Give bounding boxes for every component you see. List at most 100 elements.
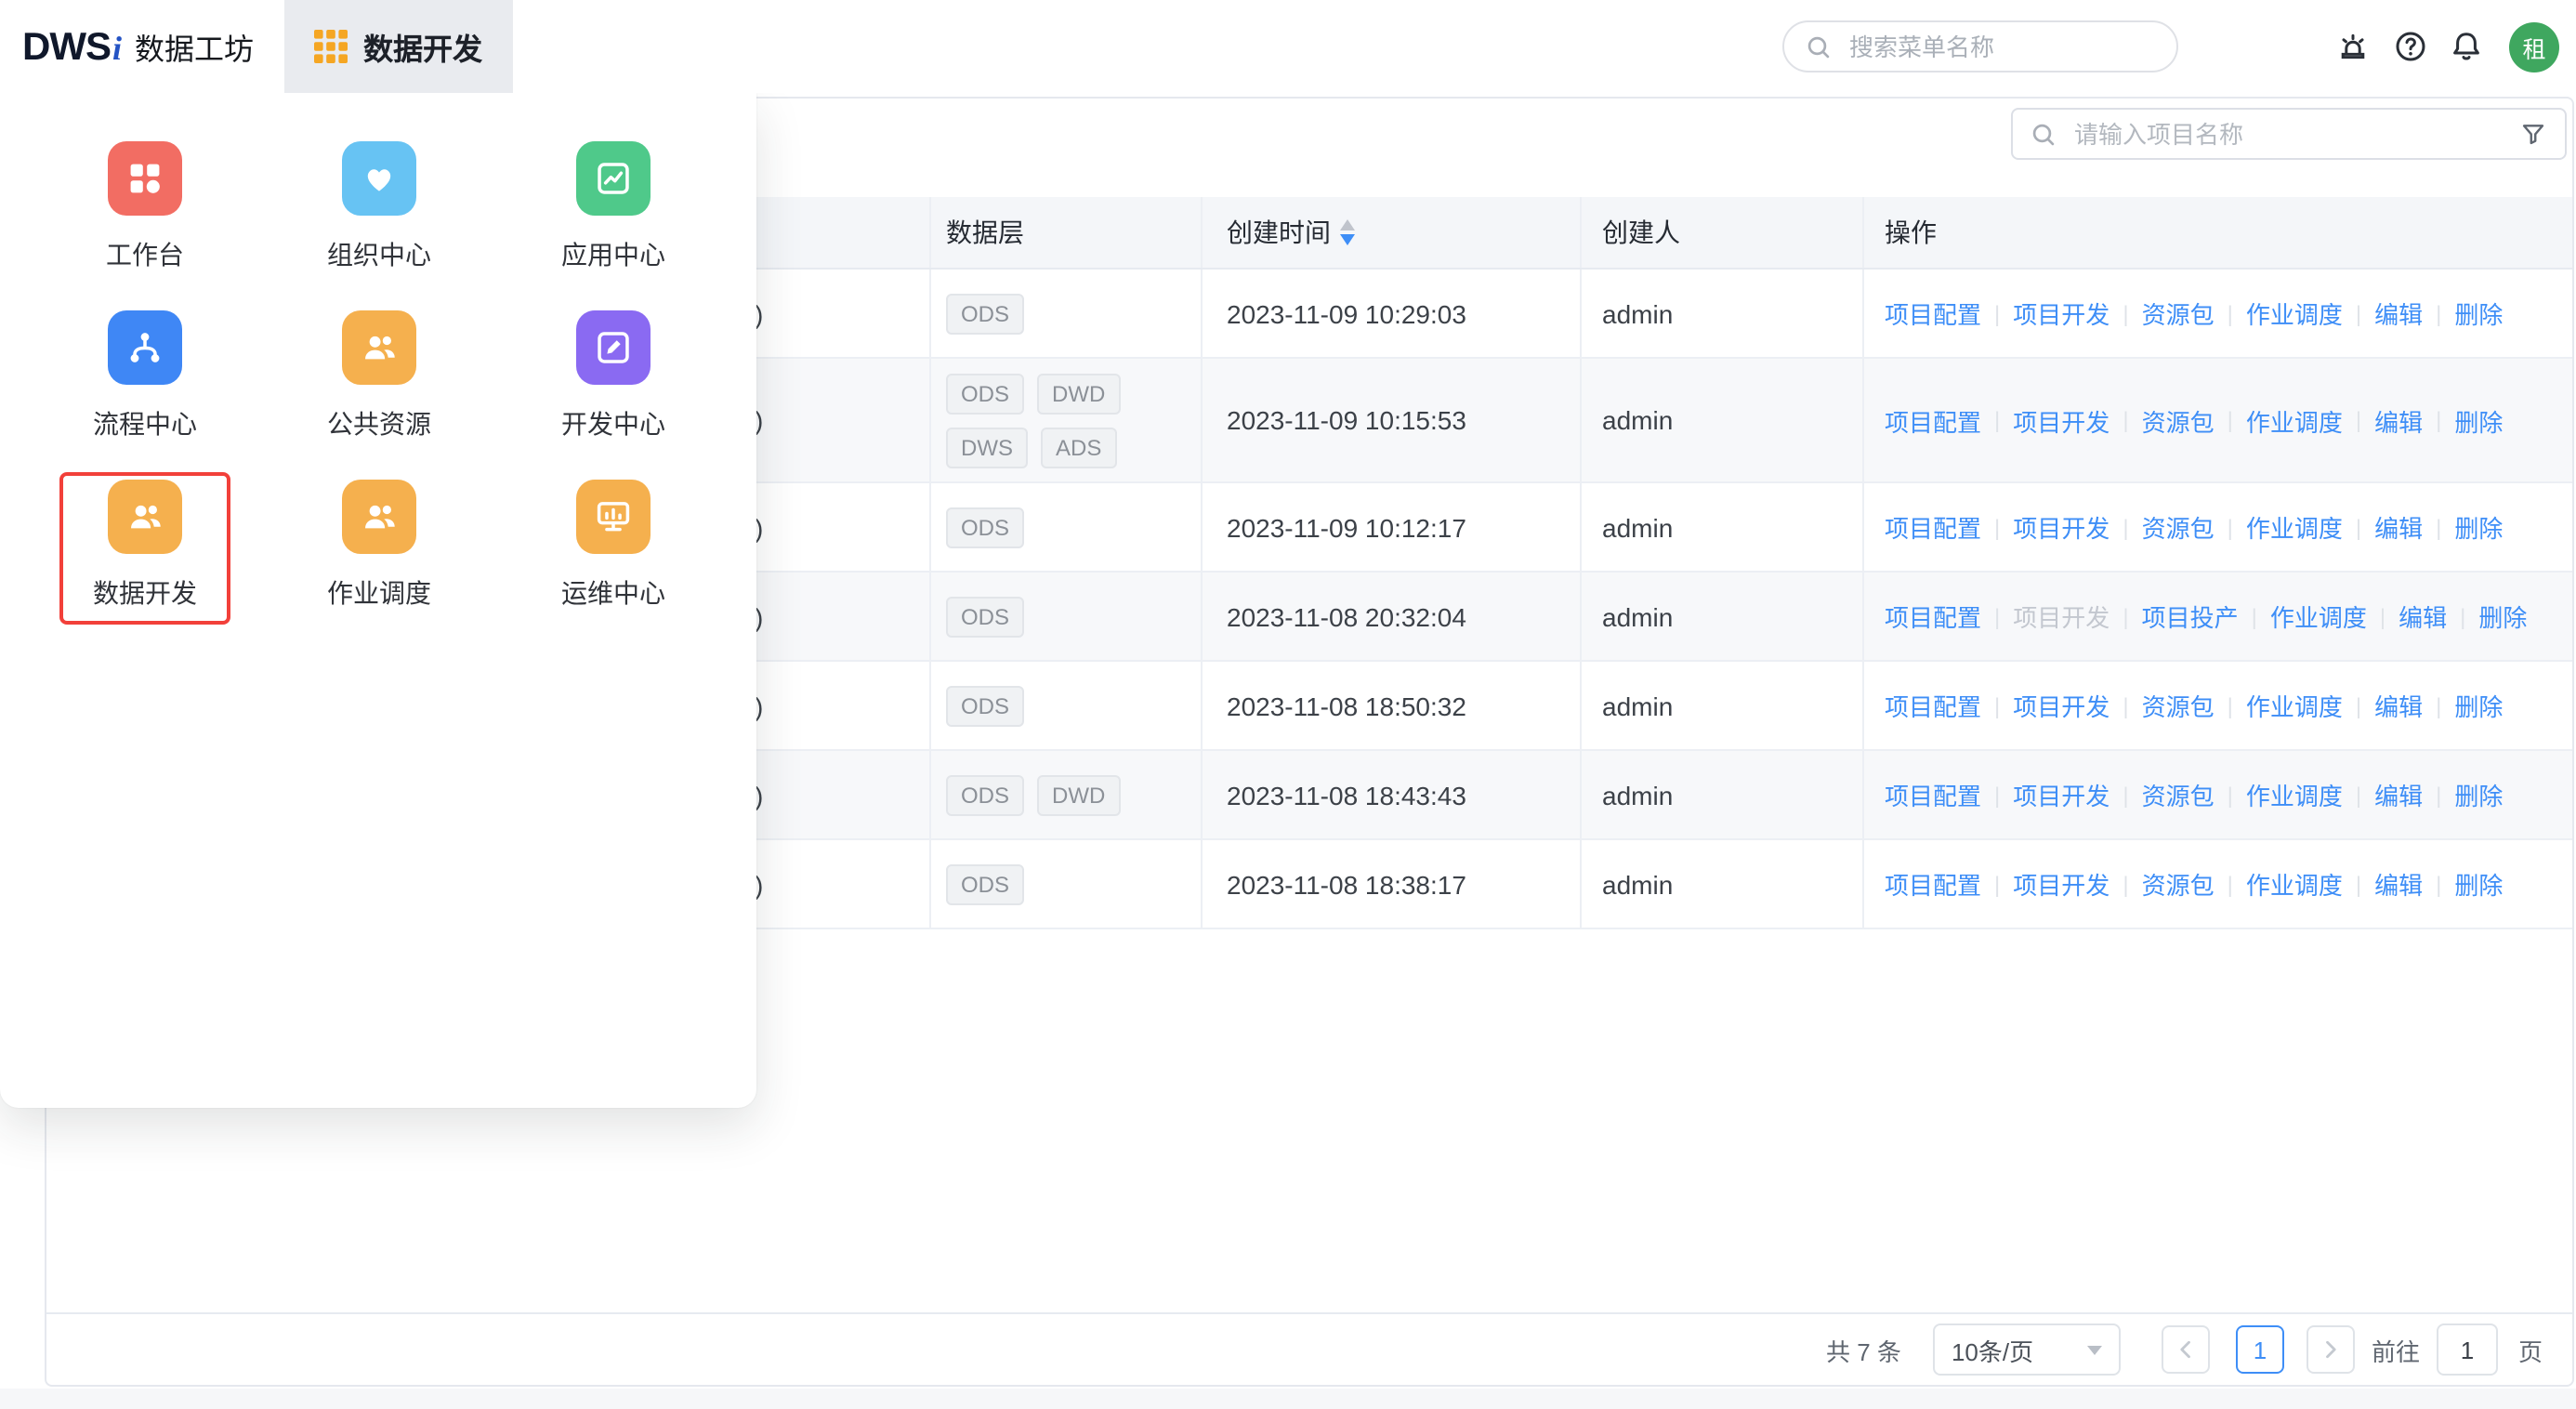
sort-carets-icon[interactable] <box>1340 219 1355 245</box>
goto-page-input[interactable]: 1 <box>2437 1323 2498 1376</box>
create-time-cell: 2023-11-09 10:29:03 <box>1203 270 1582 357</box>
col-header-data-layer: 数据层 <box>931 197 1203 268</box>
mega-menu-item[interactable]: 流程中心 <box>28 310 262 444</box>
page-1-button[interactable]: 1 <box>2236 1325 2284 1374</box>
col-header-create-time[interactable]: 创建时间 <box>1203 197 1582 268</box>
action-link[interactable]: 删除 <box>2454 402 2503 438</box>
filter-icon[interactable] <box>2518 119 2548 149</box>
page-bottom-strip <box>0 1389 2576 1409</box>
divider: | <box>2123 782 2128 808</box>
mega-menu-item[interactable]: 应用中心 <box>496 141 730 275</box>
page-size-select[interactable]: 10条/页 <box>1933 1323 2121 1376</box>
pagination-total: 共 7 条 <box>1826 1332 1901 1367</box>
chevron-down-icon <box>2087 1345 2102 1354</box>
avatar[interactable]: 租 <box>2509 21 2559 72</box>
actions-cell: 项目配置|项目开发|资源包|作业调度|编辑|删除 <box>1864 662 2572 749</box>
action-link[interactable]: 项目开发 <box>2013 402 2109 438</box>
divider: | <box>2436 871 2441 897</box>
action-link[interactable]: 作业调度 <box>2246 402 2343 438</box>
page-unit-label: 页 <box>2518 1332 2543 1367</box>
mega-menu-item[interactable]: 数据开发 <box>28 480 262 613</box>
action-link[interactable]: 项目配置 <box>1885 599 1981 634</box>
action-link[interactable]: 项目开发 <box>2013 296 2109 331</box>
prev-page-button[interactable] <box>2162 1325 2210 1374</box>
action-link[interactable]: 编辑 <box>2374 296 2423 331</box>
next-page-button[interactable] <box>2307 1325 2355 1374</box>
divider: | <box>2356 692 2361 718</box>
project-search-box[interactable] <box>2011 108 2567 160</box>
divider: | <box>2436 300 2441 326</box>
action-link[interactable]: 项目开发 <box>2013 509 2109 545</box>
divider: | <box>1994 782 2000 808</box>
action-link[interactable]: 资源包 <box>2142 296 2215 331</box>
mega-menu-panel: 工作台 组织中心应用中心流程中心公共资源开发中心数据开发作业调度运维中心 <box>0 93 756 1108</box>
divider: | <box>2356 407 2361 433</box>
mega-menu-grid: 工作台 组织中心应用中心流程中心公共资源开发中心数据开发作业调度运维中心 <box>28 141 730 613</box>
action-link[interactable]: 资源包 <box>2142 402 2215 438</box>
users-icon <box>342 310 416 385</box>
action-link[interactable]: 资源包 <box>2142 509 2215 545</box>
action-link[interactable]: 项目开发 <box>2013 688 2109 723</box>
action-link[interactable]: 删除 <box>2454 866 2503 902</box>
goto-label: 前往 <box>2372 1332 2420 1367</box>
help-icon[interactable] <box>2392 28 2429 65</box>
mega-menu-item[interactable]: 工作台 <box>28 141 262 275</box>
brand-logo[interactable]: DWSi 数据工坊 <box>0 23 283 70</box>
mega-menu-item[interactable]: 作业调度 <box>262 480 496 613</box>
action-link[interactable]: 作业调度 <box>2246 509 2343 545</box>
action-link[interactable]: 作业调度 <box>2246 296 2343 331</box>
menu-search-box[interactable] <box>1782 20 2178 72</box>
mega-menu-item-label: 工作台 <box>106 236 184 273</box>
action-link[interactable]: 编辑 <box>2374 777 2423 812</box>
users-icon <box>108 480 182 554</box>
top-navbar: DWSi 数据工坊 数据开发 租 <box>0 0 2576 93</box>
action-link[interactable]: 项目配置 <box>1885 688 1981 723</box>
action-link[interactable]: 项目投产 <box>2142 599 2239 634</box>
action-link[interactable]: 项目配置 <box>1885 509 1981 545</box>
action-link[interactable]: 资源包 <box>2142 688 2215 723</box>
action-link[interactable]: 删除 <box>2454 777 2503 812</box>
action-link[interactable]: 编辑 <box>2399 599 2447 634</box>
action-link[interactable]: 项目配置 <box>1885 402 1981 438</box>
action-link[interactable]: 项目开发 <box>2013 777 2109 812</box>
action-link[interactable]: 资源包 <box>2142 866 2215 902</box>
divider: | <box>2123 407 2128 433</box>
mega-menu-item[interactable]: 开发中心 <box>496 310 730 444</box>
nav-menu-label: 数据开发 <box>363 24 482 69</box>
data-layer-cell: ODS <box>931 662 1203 749</box>
action-link[interactable]: 编辑 <box>2374 509 2423 545</box>
action-link[interactable]: 删除 <box>2454 688 2503 723</box>
action-link[interactable]: 删除 <box>2454 509 2503 545</box>
action-link[interactable]: 作业调度 <box>2246 688 2343 723</box>
alarm-icon[interactable] <box>2334 28 2372 65</box>
mega-menu-item[interactable]: 公共资源 <box>262 310 496 444</box>
action-link[interactable]: 作业调度 <box>2246 777 2343 812</box>
create-time-cell: 2023-11-09 10:15:53 <box>1203 359 1582 481</box>
bell-icon[interactable] <box>2448 28 2485 65</box>
chart-box-icon <box>576 141 651 216</box>
action-link[interactable]: 编辑 <box>2374 688 2423 723</box>
logo-product-name: 数据工坊 <box>135 23 254 68</box>
action-link[interactable]: 作业调度 <box>2270 599 2367 634</box>
action-link[interactable]: 项目配置 <box>1885 296 1981 331</box>
action-link[interactable]: 项目开发 <box>2013 866 2109 902</box>
navbar-right: 租 <box>1782 20 2576 72</box>
actions-cell: 项目配置|项目开发|资源包|作业调度|编辑|删除 <box>1864 751 2572 838</box>
action-link[interactable]: 编辑 <box>2374 866 2423 902</box>
mega-menu-item[interactable]: 组织中心 <box>262 141 496 275</box>
action-link[interactable]: 资源包 <box>2142 777 2215 812</box>
action-link[interactable]: 删除 <box>2478 599 2527 634</box>
pagination-bar: 共 7 条 10条/页 1 前往 1 页 <box>46 1312 2572 1385</box>
project-search-input[interactable] <box>2070 118 2505 150</box>
mega-menu-item[interactable]: 运维中心 <box>496 480 730 613</box>
create-time-cell: 2023-11-08 18:50:32 <box>1203 662 1582 749</box>
action-link[interactable]: 删除 <box>2454 296 2503 331</box>
action-link[interactable]: 项目配置 <box>1885 777 1981 812</box>
nav-menu-data-dev[interactable]: 数据开发 <box>283 0 512 93</box>
divider: | <box>1994 300 2000 326</box>
action-link[interactable]: 作业调度 <box>2246 866 2343 902</box>
data-layer-tag: ODS <box>946 507 1024 547</box>
action-link[interactable]: 项目配置 <box>1885 866 1981 902</box>
action-link[interactable]: 编辑 <box>2374 402 2423 438</box>
menu-search-input[interactable] <box>1846 31 2156 62</box>
